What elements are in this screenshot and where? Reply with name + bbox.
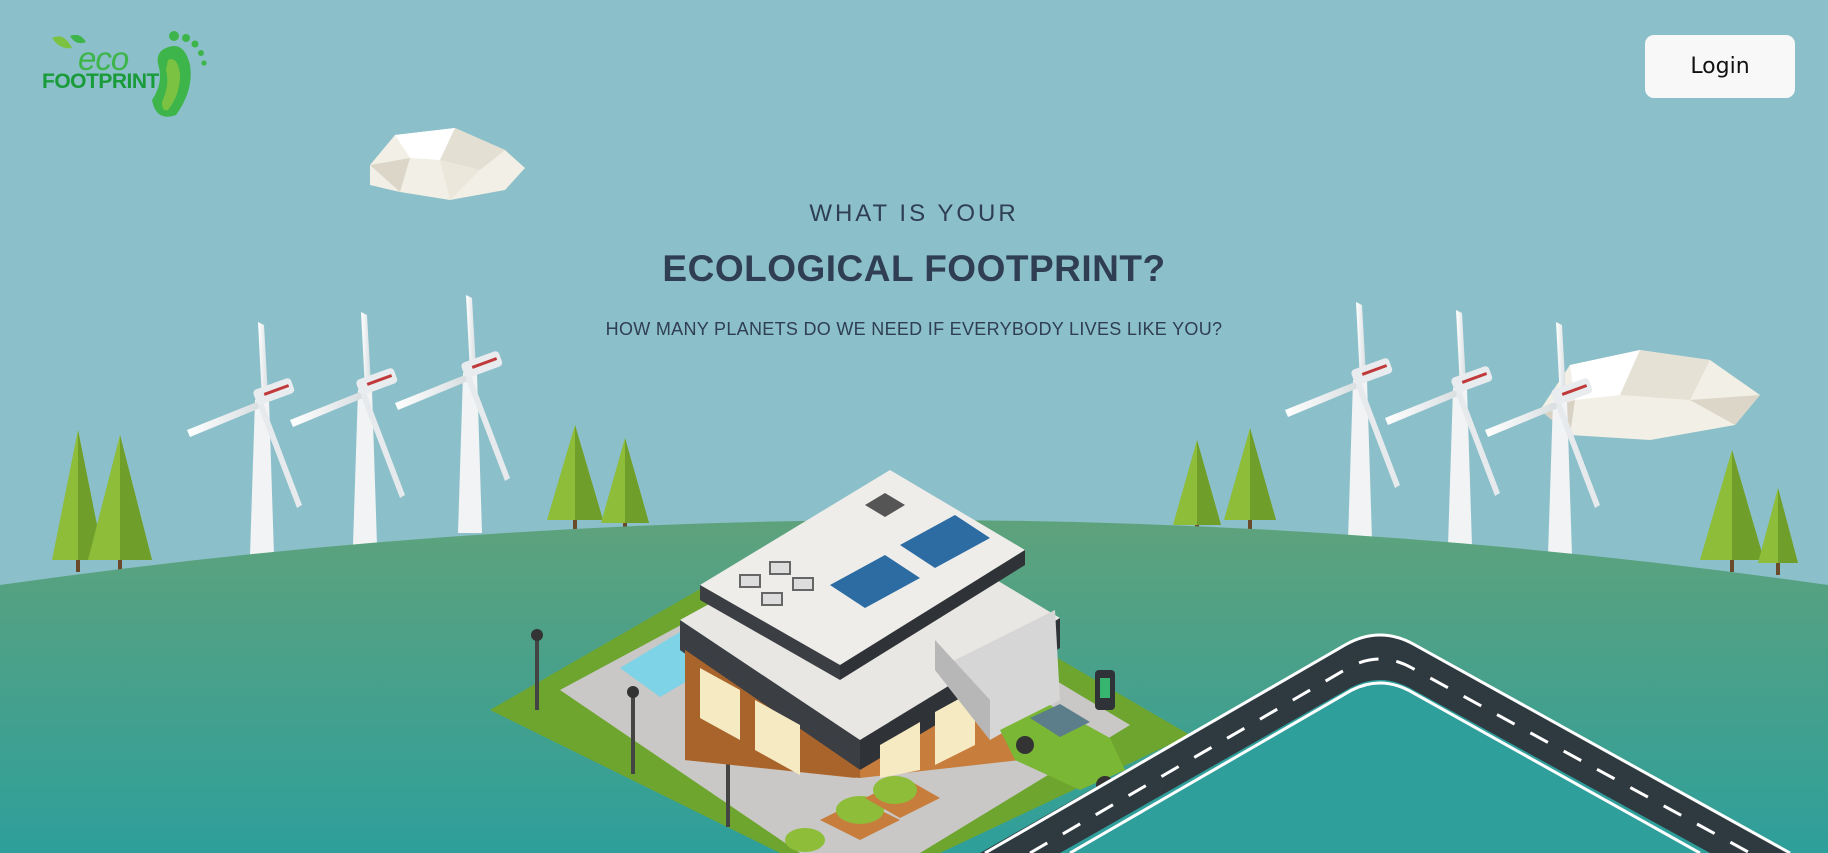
login-button[interactable]: Login	[1645, 35, 1795, 98]
ev-charger	[1095, 670, 1115, 710]
logo-footprint-text: FOOTPRINT	[42, 70, 159, 93]
cloud-left	[370, 128, 525, 200]
landscape-illustration	[0, 128, 1828, 853]
eco-footprint-logo[interactable]: eco FOOTPRINT	[40, 30, 215, 120]
hero-title: ECOLOGICAL FOOTPRINT?	[662, 248, 1166, 289]
hero-pretitle: WHAT IS YOUR	[809, 200, 1019, 227]
footprint-icon	[152, 31, 207, 117]
hero-subtitle: HOW MANY PLANETS DO WE NEED IF EVERYBODY…	[605, 319, 1223, 339]
